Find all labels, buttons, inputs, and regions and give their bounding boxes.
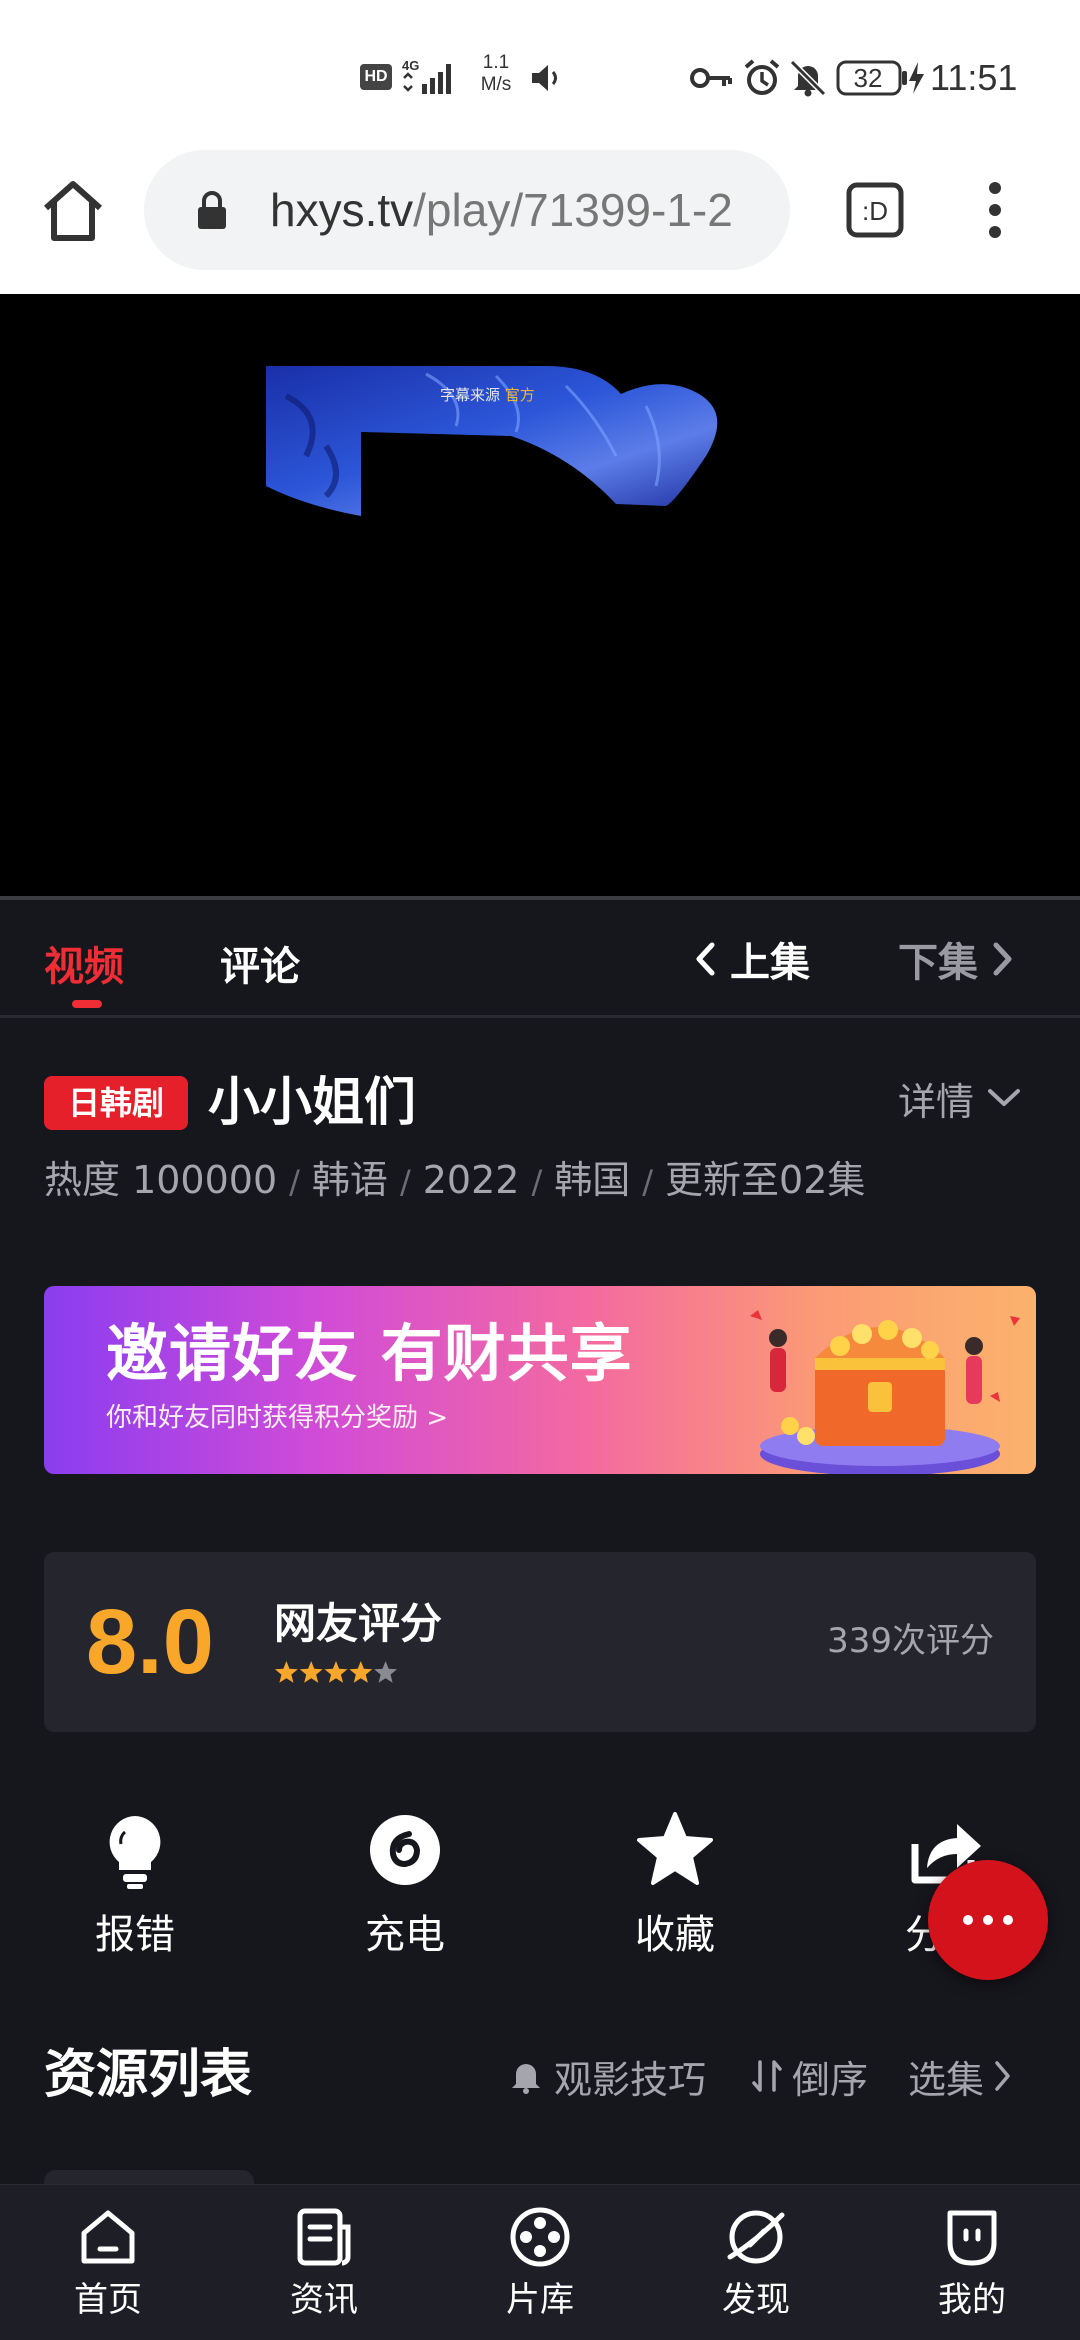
nav-discover[interactable]: 发现 <box>686 2205 826 2335</box>
discover-icon <box>727 2210 785 2264</box>
subtitle-source: 字幕来源 官方 <box>440 386 535 404</box>
viewing-tips-button[interactable]: 观影技巧 <box>510 2050 706 2102</box>
previous-episode-label: 上集 <box>730 940 810 986</box>
banner-subtitle: 你和好友同时获得积分奖励 > <box>106 1403 449 1433</box>
meta-language: 韩语 <box>311 1158 388 1202</box>
floating-more-button[interactable] <box>928 1860 1048 1980</box>
star-filled-icon <box>299 1661 323 1683</box>
news-icon <box>297 2208 351 2266</box>
rating-card: 8.0 网友评分 339次评分 <box>44 1552 1036 1732</box>
bottom-navigation: 首页 资讯 片库 发现 我的 <box>0 2184 1080 2340</box>
next-episode-button[interactable]: 下集 <box>898 934 1014 986</box>
lightbulb-icon <box>109 1816 161 1889</box>
more-dots-icon <box>963 1915 1013 1925</box>
select-episode-label: 选集 <box>908 2057 985 2102</box>
signal-icon: 4G <box>402 58 451 94</box>
next-episode-label: 下集 <box>898 940 978 986</box>
alarm-icon <box>744 59 780 95</box>
report-error-button[interactable]: 报错 <box>40 1810 230 1970</box>
svg-text:4G: 4G <box>402 58 419 73</box>
meta-heat: 热度 100000 <box>44 1158 278 1202</box>
chevron-down-icon <box>988 1089 1021 1106</box>
show-title: 小小姐们 <box>208 1073 417 1133</box>
nav-discover-label: 发现 <box>722 2280 790 2320</box>
nav-home-label: 首页 <box>74 2280 142 2320</box>
genre-badge: 日韩剧 <box>44 1076 188 1130</box>
hd-badge: HD <box>360 64 392 90</box>
meta-year: 2022 <box>422 1158 520 1202</box>
status-bar: HD 4G 1.1 M/s 32 11:51 <box>0 0 1080 150</box>
nav-home[interactable]: 首页 <box>38 2205 178 2335</box>
content-tabs: 视频 评论 上集 下集 <box>0 900 1080 1018</box>
network-speed: 1.1 M/s <box>480 52 512 95</box>
nav-profile[interactable]: 我的 <box>902 2205 1042 2335</box>
previous-episode-button[interactable]: 上集 <box>694 934 810 986</box>
select-episode-button[interactable]: 选集 <box>908 2050 1012 2102</box>
resource-list-title: 资源列表 <box>44 2045 253 2105</box>
lock-icon <box>198 191 226 229</box>
rating-count: 339次评分 <box>827 1621 994 1661</box>
tab-video[interactable]: 视频 <box>44 934 124 992</box>
film-reel-icon <box>510 2207 570 2267</box>
star-icon <box>637 1812 713 1885</box>
star-filled-icon <box>349 1661 373 1683</box>
more-menu-icon[interactable] <box>980 180 1010 240</box>
video-player[interactable]: 字幕来源 官方 <box>0 294 1080 900</box>
star-filled-icon <box>324 1661 348 1683</box>
address-bar[interactable]: hxys.tv/play/71399-1-2 <box>144 150 790 270</box>
star-filled-icon <box>274 1661 298 1683</box>
svg-text::D: :D <box>862 196 888 226</box>
tab-switcher-button[interactable]: :D <box>846 182 904 238</box>
profile-face-icon <box>947 2210 997 2266</box>
browser-home-icon[interactable] <box>38 176 108 246</box>
nav-news-label: 资讯 <box>290 2280 358 2320</box>
clock: 11:51 <box>930 57 1018 98</box>
chevron-right-icon <box>993 942 1012 976</box>
rating-stars <box>274 1661 398 1683</box>
nav-library[interactable]: 片库 <box>470 2205 610 2335</box>
charge-icon <box>370 1815 440 1885</box>
sort-icon <box>752 2060 782 2092</box>
details-button[interactable]: 详情 <box>898 1070 1022 1126</box>
meta-update: 更新至02集 <box>665 1158 866 1202</box>
nav-library-label: 片库 <box>506 2280 574 2320</box>
speaker-icon <box>532 65 557 91</box>
key-icon <box>690 68 732 88</box>
show-metadata: 热度 100000/韩语/2022/韩国 / 更新至02集 <box>44 1158 866 1202</box>
invite-friends-banner[interactable]: 邀请好友 有财共享 你和好友同时获得积分奖励 > <box>44 1286 1036 1474</box>
home-icon <box>81 2210 135 2264</box>
sort-order-button[interactable]: 倒序 <box>752 2050 868 2102</box>
sort-order-label: 倒序 <box>792 2057 869 2102</box>
chevron-left-icon <box>696 942 715 976</box>
chevron-right-icon <box>995 2061 1010 2091</box>
favorite-button[interactable]: 收藏 <box>580 1810 770 1970</box>
rating-label: 网友评分 <box>274 1599 443 1648</box>
star-empty-icon <box>374 1661 398 1683</box>
browser-toolbar: hxys.tv/play/71399-1-2 :D <box>0 150 1080 294</box>
bell-off-icon <box>789 59 827 97</box>
banner-title: 邀请好友 有财共享 <box>106 1317 633 1390</box>
favorite-label: 收藏 <box>635 1912 715 1958</box>
treasure-chest-illustration <box>750 1310 1020 1474</box>
active-tab-indicator <box>72 1000 102 1008</box>
viewing-tips-label: 观影技巧 <box>554 2057 707 2102</box>
charging-icon <box>909 62 924 94</box>
nav-profile-label: 我的 <box>938 2280 1006 2320</box>
details-label: 详情 <box>898 1079 975 1124</box>
url-text[interactable]: hxys.tv/play/71399-1-2 <box>270 182 770 238</box>
rating-score: 8.0 <box>86 1591 214 1693</box>
report-error-label: 报错 <box>95 1912 175 1958</box>
battery-level: 32 <box>853 63 883 93</box>
charge-label: 充电 <box>365 1912 445 1958</box>
tab-comments[interactable]: 评论 <box>220 934 300 992</box>
meta-region: 韩国 <box>554 1158 631 1202</box>
charge-button[interactable]: 充电 <box>310 1810 500 1970</box>
nav-news[interactable]: 资讯 <box>254 2205 394 2335</box>
bell-icon <box>512 2064 540 2094</box>
